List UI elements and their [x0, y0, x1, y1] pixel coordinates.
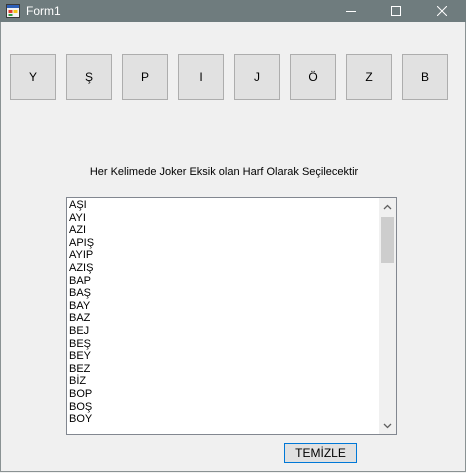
scroll-up-button[interactable] [379, 198, 396, 215]
scroll-down-button[interactable] [379, 417, 396, 434]
letter-button-p[interactable]: P [122, 54, 168, 100]
letter-button-z[interactable]: Z [346, 54, 392, 100]
title-bar[interactable]: Form1 [0, 0, 466, 22]
chevron-up-icon [383, 204, 392, 209]
letter-button-i[interactable]: I [178, 54, 224, 100]
maximize-icon [390, 6, 401, 16]
list-item[interactable]: BOP [69, 388, 377, 401]
letter-button-j[interactable]: J [234, 54, 280, 100]
list-item[interactable]: BEZ [69, 363, 377, 376]
vertical-scrollbar[interactable] [379, 198, 396, 434]
list-item[interactable]: BEJ [69, 325, 377, 338]
letter-button-b[interactable]: B [402, 54, 448, 100]
letter-button-y[interactable]: Y [10, 54, 56, 100]
list-item[interactable]: AYIP [69, 249, 377, 262]
list-item[interactable]: AYI [69, 212, 377, 225]
chevron-down-icon [383, 423, 392, 428]
window-title: Form1 [26, 4, 61, 18]
list-item[interactable]: BOY [69, 413, 377, 426]
list-item[interactable]: APIŞ [69, 237, 377, 250]
list-item[interactable]: AZI [69, 224, 377, 237]
app-icon [6, 4, 20, 18]
instruction-label: Her Kelimede Joker Eksik olan Harf Olara… [89, 166, 359, 178]
minimize-icon [345, 11, 356, 12]
word-list: AŞI AYI AZI APIŞ AYIP AZIŞ BAP BAŞ BAY B… [69, 199, 377, 426]
letter-button-s-cedilla[interactable]: Ş [66, 54, 112, 100]
list-item[interactable]: BAP [69, 275, 377, 288]
clear-button[interactable]: TEMİZLE [284, 443, 357, 463]
scroll-thumb[interactable] [381, 217, 394, 263]
list-item[interactable]: BEY [69, 350, 377, 363]
close-icon [436, 6, 447, 16]
list-item[interactable]: BAŞ [69, 287, 377, 300]
list-item[interactable]: AŞI [69, 199, 377, 212]
list-item[interactable]: BİZ [69, 375, 377, 388]
minimize-button[interactable] [328, 0, 373, 22]
list-item[interactable]: BOŞ [69, 401, 377, 414]
list-item[interactable]: BEŞ [69, 338, 377, 351]
maximize-button[interactable] [373, 0, 418, 22]
letter-button-o-umlaut[interactable]: Ö [290, 54, 336, 100]
list-item[interactable]: BAZ [69, 312, 377, 325]
word-listbox[interactable]: AŞI AYI AZI APIŞ AYIP AZIŞ BAP BAŞ BAY B… [66, 197, 397, 435]
close-button[interactable] [419, 0, 464, 22]
list-item[interactable]: BAY [69, 300, 377, 313]
list-item[interactable]: AZIŞ [69, 262, 377, 275]
